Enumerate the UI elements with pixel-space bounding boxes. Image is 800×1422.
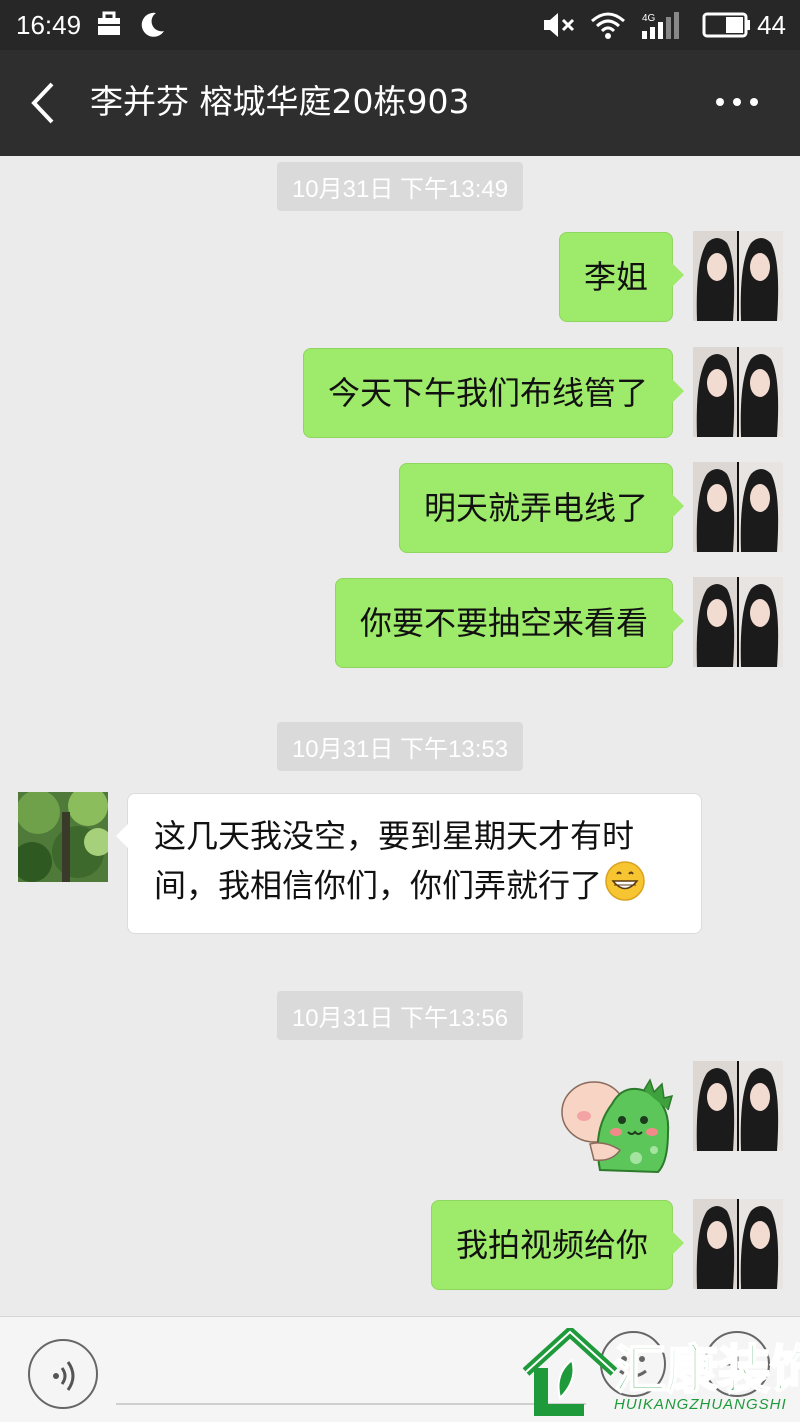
message-input[interactable]	[116, 1403, 586, 1405]
message-bubble-outgoing[interactable]: 李姐	[558, 232, 685, 322]
more-dots-icon	[716, 98, 758, 106]
message-bubble-outgoing[interactable]: 你要不要抽空来看看	[334, 578, 685, 668]
message-bubble-outgoing[interactable]: 今天下午我们布线管了	[302, 348, 685, 438]
message-line-text: 间，我相信你们，你们弄就行了	[154, 866, 603, 905]
svg-text:4G: 4G	[642, 13, 656, 24]
message-bubble-outgoing[interactable]: 我拍视频给你	[430, 1200, 685, 1290]
voice-icon	[53, 1361, 75, 1391]
grin-emoji-icon	[604, 860, 646, 915]
chat-title: 李并芬 榕城华庭20栋903	[90, 82, 470, 121]
battery-level: 44	[757, 10, 786, 40]
my-avatar[interactable]	[693, 347, 783, 437]
message-timestamp: 10月31日 下午13:56	[276, 991, 524, 1040]
my-avatar[interactable]	[693, 1061, 783, 1151]
message-timestamp: 10月31日 下午13:53	[276, 722, 524, 771]
message-line: 间，我相信你们，你们弄就行了	[154, 860, 677, 915]
my-avatar[interactable]	[693, 577, 783, 667]
contact-avatar[interactable]	[18, 792, 108, 882]
watermark-text: 汇康装饰	[613, 1340, 800, 1402]
my-avatar[interactable]	[693, 1199, 783, 1289]
chat-header: 李并芬 榕城华庭20栋903	[0, 50, 800, 156]
message-timestamp: 10月31日 下午13:49	[276, 162, 524, 211]
dinosaur-sticker[interactable]	[560, 1070, 675, 1174]
chevron-left-icon	[31, 82, 54, 124]
status-bar: 16:49 4G 44	[0, 0, 800, 50]
signal-icon: 4G	[636, 11, 686, 48]
watermark-subtext: HUIKANGZHUANGSHI	[614, 1396, 787, 1413]
my-avatar[interactable]	[693, 231, 783, 321]
message-bubble-outgoing[interactable]: 明天就弄电线了	[398, 463, 685, 553]
status-time: 16:49	[16, 10, 82, 40]
wifi-icon	[590, 11, 626, 48]
battery-icon	[702, 11, 752, 46]
message-bubble-incoming[interactable]: 这几天我没空，要到星期天才有时 间，我相信你们，你们弄就行了	[116, 793, 702, 934]
my-avatar[interactable]	[693, 462, 783, 552]
moon-icon	[138, 11, 166, 46]
more-button[interactable]	[714, 92, 760, 112]
briefcase-icon	[96, 11, 122, 44]
mute-icon	[542, 11, 576, 46]
message-line: 这几天我没空，要到星期天才有时	[154, 817, 635, 855]
back-button[interactable]	[24, 80, 64, 126]
voice-button[interactable]	[28, 1339, 98, 1409]
